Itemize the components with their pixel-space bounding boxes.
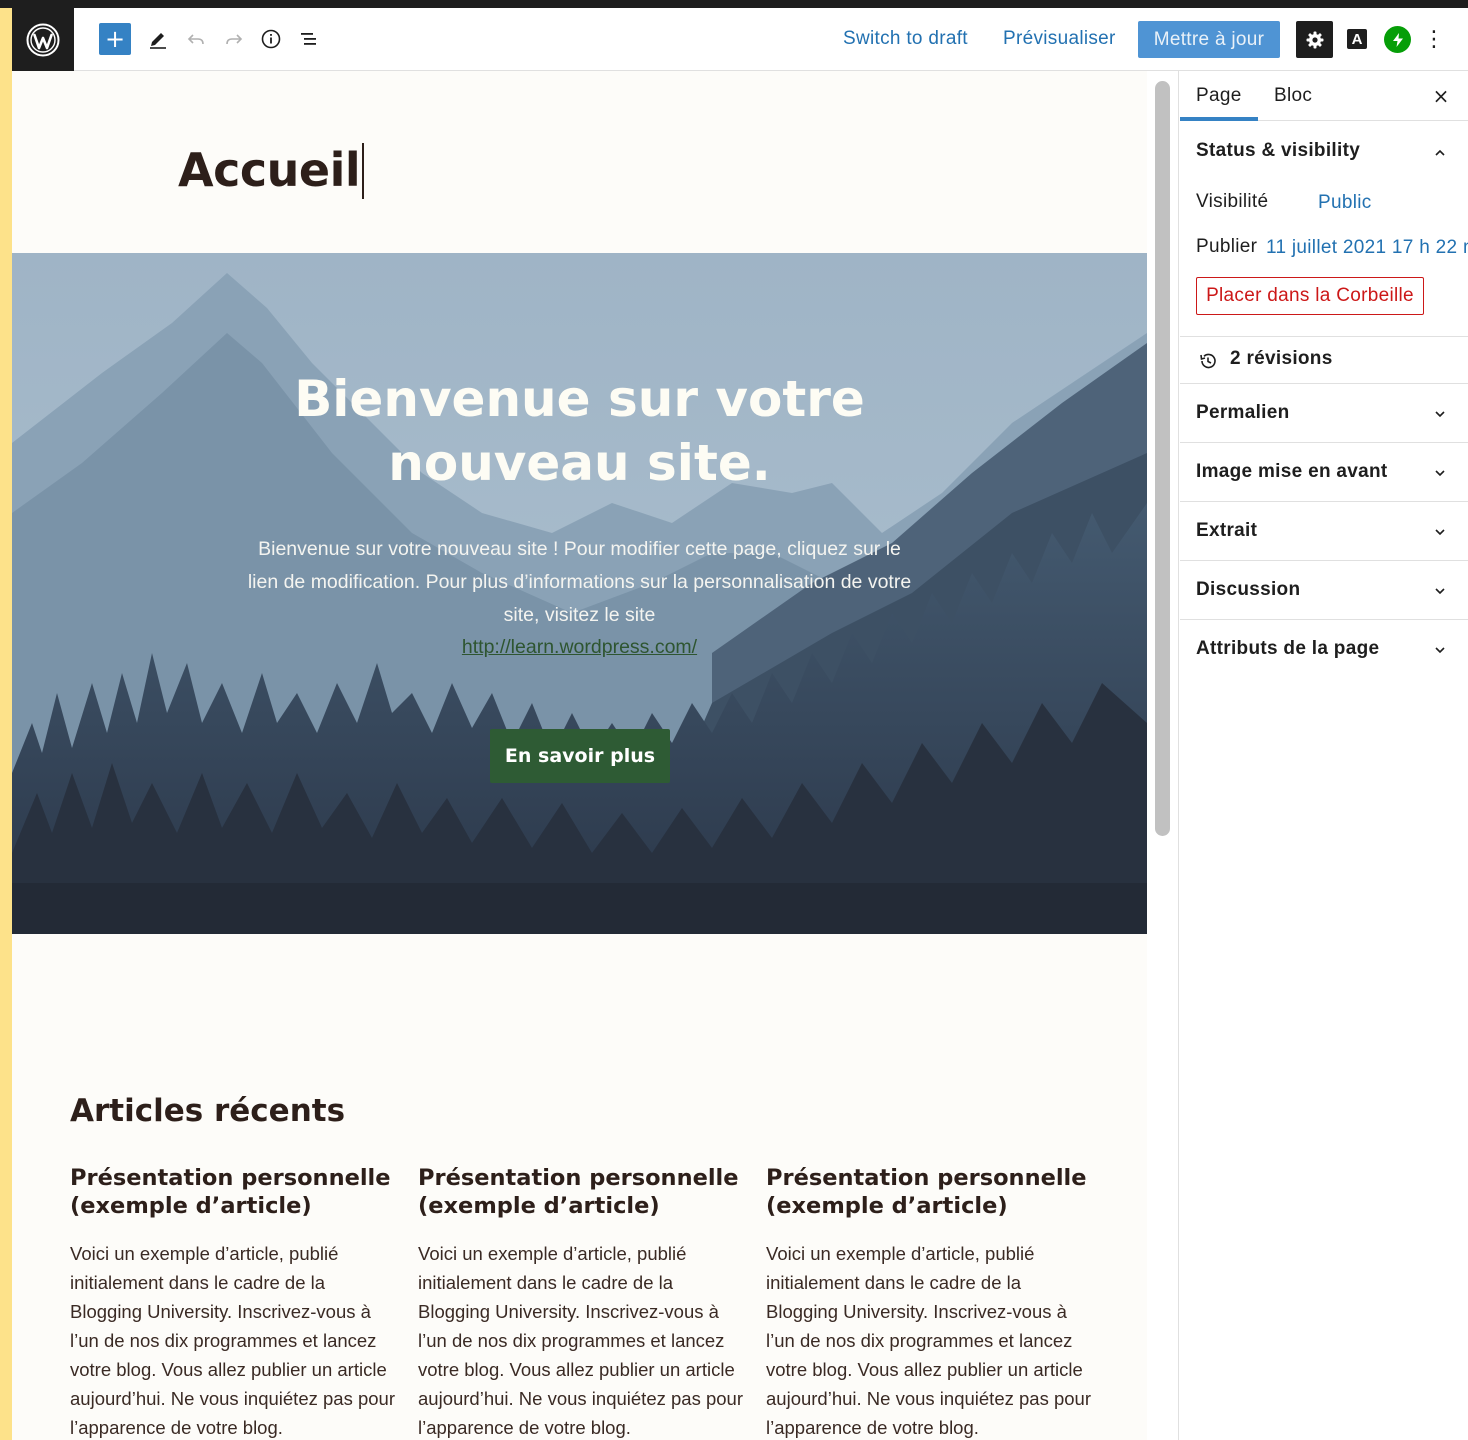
switch-to-draft-button[interactable]: Switch to draft: [843, 28, 968, 50]
scrollbar-thumb[interactable]: [1155, 81, 1170, 836]
post-title[interactable]: Présentation personnelle (exemple d’arti…: [70, 1164, 400, 1220]
chevron-up-icon[interactable]: [1432, 145, 1448, 161]
details-button[interactable]: [254, 22, 288, 56]
chevron-down-icon: [1435, 470, 1445, 477]
chevron-down-icon: [1435, 411, 1445, 418]
wordpress-logo-button[interactable]: [12, 8, 74, 71]
post-title[interactable]: Présentation personnelle (exemple d’arti…: [418, 1164, 748, 1220]
tab-page[interactable]: Page: [1196, 85, 1242, 107]
editor-scrollbar[interactable]: [1147, 71, 1179, 1440]
page-title[interactable]: Accueil: [178, 142, 365, 202]
update-button[interactable]: Mettre à jour: [1138, 21, 1280, 58]
status-visibility-panel: Status & visibility Visibilité Public Pu…: [1180, 121, 1468, 337]
redo-icon: [226, 34, 243, 45]
panel-excerpt[interactable]: Extrait: [1180, 502, 1468, 561]
wordpress-icon: [26, 23, 60, 56]
jetpack-button[interactable]: [1384, 26, 1411, 53]
cover-paragraph[interactable]: Bienvenue sur votre nouveau site ! Pour …: [242, 533, 917, 632]
cover-heading-line-2: nouveau site.: [388, 434, 771, 492]
undo-button[interactable]: [179, 22, 213, 56]
window-top-strip: [0, 0, 1468, 8]
page-title-text[interactable]: Accueil: [178, 143, 361, 197]
editor-header: + Switch to draft Prévisualiser Mettre à…: [12, 8, 1468, 71]
settings-sidebar: Page Bloc × Status & visibility Visibili…: [1180, 71, 1468, 1440]
more-options-button[interactable]: ⋮: [1422, 24, 1446, 54]
close-sidebar-button[interactable]: ×: [1426, 83, 1456, 109]
panel-discussion[interactable]: Discussion: [1180, 561, 1468, 620]
panel-label[interactable]: Extrait: [1196, 520, 1257, 542]
learn-more-button[interactable]: En savoir plus: [490, 729, 670, 783]
tools-button[interactable]: [141, 22, 175, 56]
list-view-icon: [301, 33, 316, 45]
post-card[interactable]: Présentation personnelle (exemple d’arti…: [766, 1164, 1096, 1440]
text-cursor: [362, 142, 365, 199]
panel-page-attributes[interactable]: Attributs de la page: [1180, 620, 1468, 679]
add-block-button[interactable]: +: [99, 23, 131, 55]
pencil-icon: [150, 33, 166, 49]
publish-date[interactable]: 11 juillet 2021 17 h 22 min: [1266, 237, 1468, 259]
gear-icon: [1306, 31, 1323, 48]
panel-label[interactable]: Permalien: [1196, 402, 1290, 424]
editor-canvas: Accueil Bienvenue sur votre nouveau site…: [12, 71, 1147, 1440]
panel-label[interactable]: Attributs de la page: [1196, 638, 1379, 660]
visibility-label: Visibilité: [1196, 191, 1269, 212]
chevron-down-icon: [1435, 529, 1445, 536]
panel-heading[interactable]: Status & visibility: [1196, 140, 1360, 162]
cover-link[interactable]: http://learn.wordpress.com/: [12, 631, 1147, 664]
tab-block[interactable]: Bloc: [1274, 85, 1312, 107]
panel-featured-image[interactable]: Image mise en avant: [1180, 443, 1468, 502]
panel-label[interactable]: Discussion: [1196, 579, 1300, 601]
revisions-panel[interactable]: 2 révisions: [1180, 337, 1468, 384]
settings-button[interactable]: [1296, 21, 1333, 58]
block-editor: + Switch to draft Prévisualiser Mettre à…: [12, 8, 1468, 1440]
undo-icon: [187, 34, 204, 45]
history-icon: [1200, 353, 1216, 369]
visibility-value[interactable]: Public: [1318, 192, 1372, 214]
sidebar-tabs: Page Bloc ×: [1180, 71, 1468, 121]
preview-button[interactable]: Prévisualiser: [1003, 28, 1116, 50]
post-card[interactable]: Présentation personnelle (exemple d’arti…: [418, 1164, 748, 1440]
post-card[interactable]: Présentation personnelle (exemple d’arti…: [70, 1164, 400, 1440]
info-icon: [261, 29, 281, 49]
panel-permalink[interactable]: Permalien: [1180, 384, 1468, 443]
publish-label: Publier: [1196, 236, 1258, 257]
post-excerpt: Voici un exemple d’article, publié initi…: [766, 1243, 1091, 1438]
post-excerpt: Voici un exemple d’article, publié initi…: [70, 1243, 395, 1438]
panel-label[interactable]: Image mise en avant: [1196, 461, 1388, 483]
chevron-down-icon: [1435, 647, 1445, 654]
recent-posts-heading[interactable]: Articles récents: [70, 1093, 345, 1129]
cover-heading[interactable]: Bienvenue sur votre nouveau site.: [12, 367, 1147, 495]
bolt-icon: [1392, 32, 1403, 47]
post-title[interactable]: Présentation personnelle (exemple d’arti…: [766, 1164, 1096, 1220]
redo-button[interactable]: [217, 22, 251, 56]
cover-heading-line-1: Bienvenue sur votre: [294, 370, 865, 428]
post-excerpt: Voici un exemple d’article, publié initi…: [418, 1243, 743, 1438]
cover-block[interactable]: Bienvenue sur votre nouveau site. Bienve…: [12, 253, 1147, 934]
move-to-trash-button[interactable]: Placer dans la Corbeille: [1196, 277, 1424, 315]
plugin-a-button[interactable]: A: [1347, 29, 1367, 49]
chevron-down-icon: [1435, 588, 1445, 595]
list-view-button[interactable]: [292, 22, 326, 56]
revisions-label[interactable]: 2 révisions: [1230, 348, 1333, 370]
